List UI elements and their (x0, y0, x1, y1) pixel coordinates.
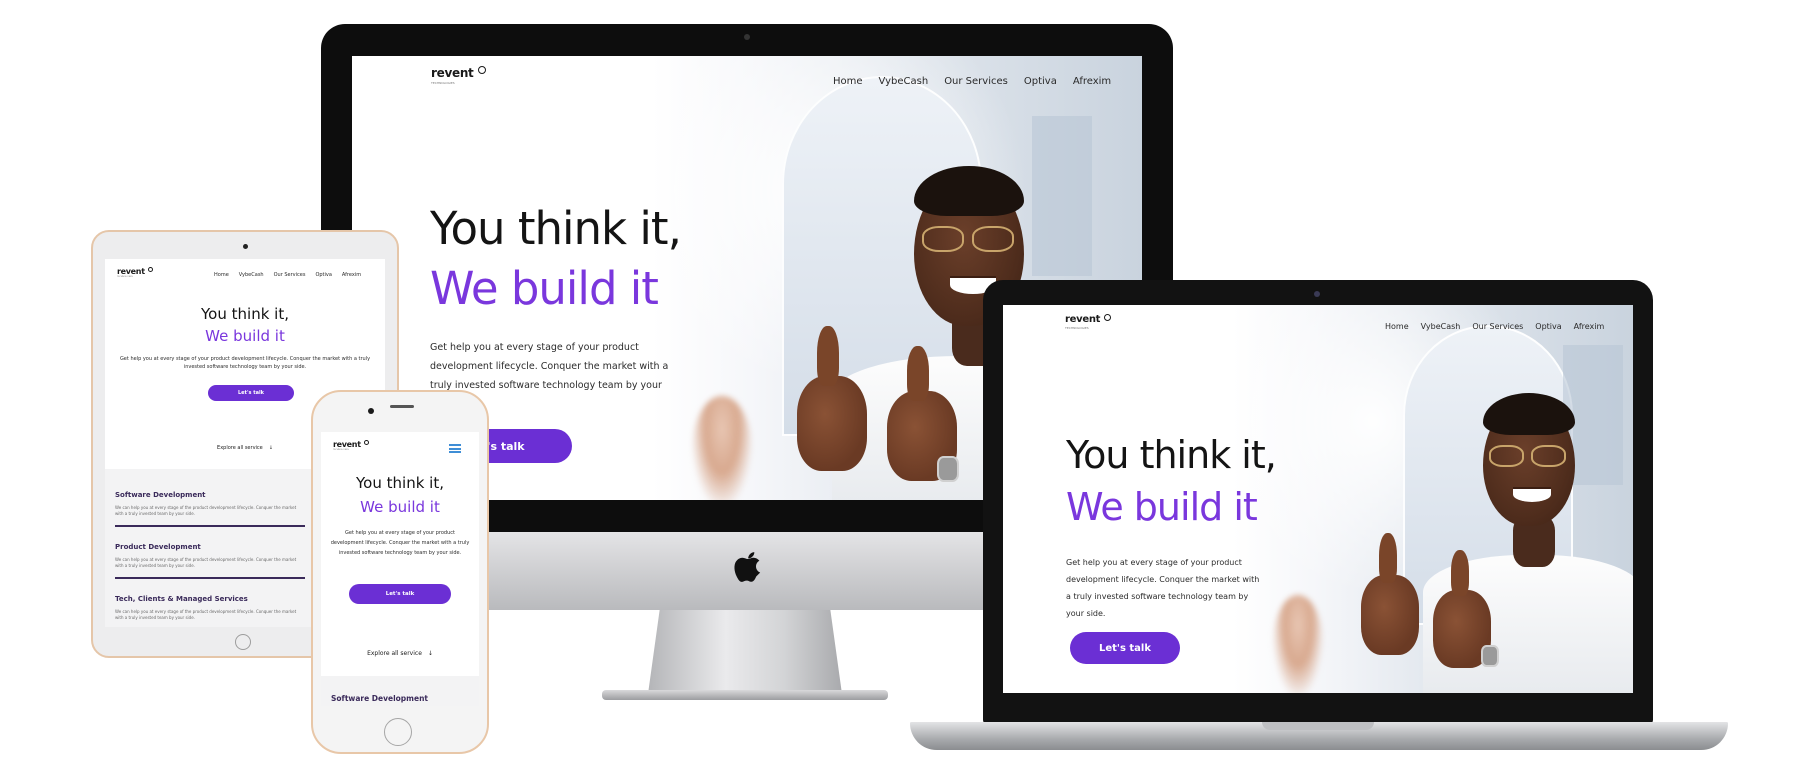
logo-tagline: TECHNOLOGIES (333, 449, 349, 451)
service-desc-managed: We can help you at every stage of the pr… (115, 609, 297, 620)
main-nav: Home VybeCash Our Services Optiva Afrexi… (214, 272, 361, 278)
service-divider (115, 525, 305, 527)
logo-tagline: TECHNOLOGIES (117, 276, 133, 278)
logo-mark-icon (364, 440, 370, 445)
explore-label: Explore all service (367, 650, 422, 657)
lets-talk-label: Let's talk (1098, 642, 1152, 654)
service-desc-software: We can help you at every stage of the pr… (115, 505, 297, 516)
hero-headline-2: We build it (360, 498, 440, 516)
hero-headline-2: We build it (205, 327, 285, 345)
imac-camera (744, 34, 750, 40)
nav-item-our-services[interactable]: Our Services (1472, 322, 1523, 331)
laptop-hero-photo (1233, 305, 1633, 693)
apple-icon (734, 552, 761, 582)
nav-item-vybecash[interactable]: VybeCash (239, 272, 264, 278)
main-nav: Home VybeCash Our Services Optiva Afrexi… (1385, 322, 1604, 331)
nav-item-afrexim[interactable]: Afrexim (1073, 76, 1111, 87)
explore-label: Explore all service (217, 445, 263, 451)
logo-text: revent (431, 66, 474, 80)
lets-talk-label: Let's talk (237, 390, 265, 396)
phone-camera (368, 408, 374, 414)
lets-talk-button[interactable]: Let's talk (349, 584, 451, 604)
lets-talk-label: Let's talk (385, 591, 415, 597)
laptop-camera (1314, 291, 1320, 297)
site-logo[interactable]: revent TECHNOLOGIES (1065, 314, 1112, 330)
phone-speaker (390, 405, 414, 408)
site-logo[interactable]: revent TECHNOLOGIES (117, 267, 154, 278)
nav-item-optiva[interactable]: Optiva (1024, 76, 1057, 87)
service-title-software[interactable]: Software Development (115, 491, 206, 499)
nav-item-vybecash[interactable]: VybeCash (879, 76, 929, 87)
nav-item-home[interactable]: Home (214, 272, 229, 278)
hero-headline-1: You think it, (1066, 433, 1277, 477)
hero-headline-2: We build it (430, 262, 659, 315)
phone-screen: revent TECHNOLOGIES You think it, We bui… (321, 432, 479, 706)
explore-all-service-link[interactable]: Explore all service ↓ (321, 650, 479, 657)
hero-headline-1: You think it, (201, 305, 289, 323)
logo-mark-icon (148, 267, 154, 272)
logo-tagline: TECHNOLOGIES (431, 81, 455, 85)
hero-subtitle: Get help you at every stage of your prod… (330, 530, 470, 556)
nav-item-afrexim[interactable]: Afrexim (1574, 322, 1605, 331)
main-nav: Home VybeCash Our Services Optiva Afrexi… (833, 76, 1111, 87)
imac-foot (602, 690, 888, 700)
laptop-notch (1262, 722, 1374, 730)
nav-item-home[interactable]: Home (833, 76, 863, 87)
logo-mark-icon (478, 66, 487, 74)
service-title-product[interactable]: Product Development (115, 543, 201, 551)
hero-headline-2: We build it (1066, 485, 1258, 529)
hero-subtitle: Get help you at every stage of your prod… (119, 356, 371, 370)
tablet-home-button[interactable] (235, 634, 251, 650)
service-divider (115, 577, 305, 579)
service-desc-product: We can help you at every stage of the pr… (115, 557, 297, 568)
arrow-down-icon: ↓ (268, 445, 273, 451)
hero-subtitle: Get help you at every stage of your prod… (1066, 558, 1260, 618)
service-title-software[interactable]: Software Development (331, 694, 428, 703)
nav-item-optiva[interactable]: Optiva (1535, 322, 1561, 331)
hamburger-icon[interactable] (449, 444, 461, 453)
logo-mark-icon (1104, 314, 1112, 321)
logo-text: revent (117, 267, 145, 276)
nav-item-afrexim[interactable]: Afrexim (342, 272, 361, 278)
hero-headline-1: You think it, (356, 474, 444, 492)
lets-talk-button[interactable]: Let's talk (1070, 632, 1180, 664)
nav-item-home[interactable]: Home (1385, 322, 1409, 331)
nav-item-our-services[interactable]: Our Services (944, 76, 1008, 87)
nav-item-optiva[interactable]: Optiva (315, 272, 331, 278)
service-title-managed[interactable]: Tech, Clients & Managed Services (115, 595, 248, 603)
laptop-screen: revent TECHNOLOGIES Home VybeCash Our Se… (1003, 305, 1633, 693)
logo-tagline: TECHNOLOGIES (1065, 326, 1089, 330)
lets-talk-button[interactable]: Let's talk (208, 385, 294, 401)
arrow-down-icon: ↓ (427, 650, 433, 657)
site-logo[interactable]: revent TECHNOLOGIES (333, 440, 370, 451)
logo-text: revent (1065, 314, 1101, 325)
hero-headline-1: You think it, (430, 202, 682, 255)
nav-item-our-services[interactable]: Our Services (274, 272, 306, 278)
site-logo[interactable]: revent TECHNOLOGIES (431, 66, 487, 85)
tablet-camera (243, 244, 248, 249)
imac-stand (648, 610, 842, 694)
nav-item-vybecash[interactable]: VybeCash (1421, 322, 1461, 331)
phone-home-button[interactable] (384, 718, 412, 746)
logo-text: revent (333, 440, 361, 449)
